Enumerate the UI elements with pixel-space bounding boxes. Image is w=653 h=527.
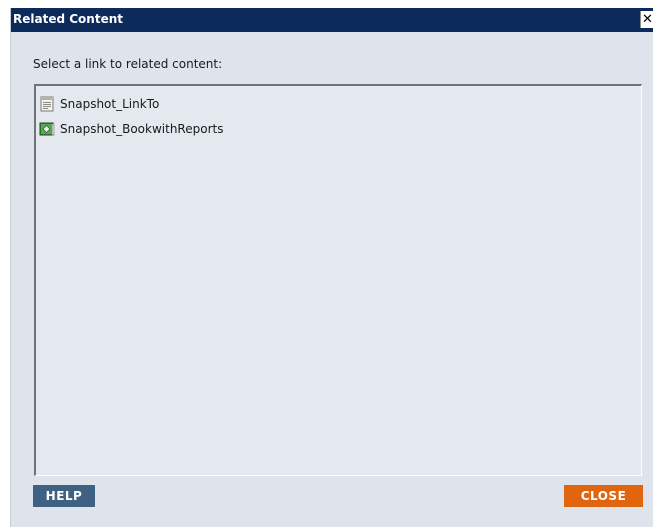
list-item-snapshot-linkto[interactable]: Snapshot_LinkTo <box>39 94 159 114</box>
list-item-label[interactable]: Snapshot_BookwithReports <box>60 122 223 137</box>
list-item-snapshot-bookwithreports[interactable]: Snapshot_BookwithReports <box>39 119 223 139</box>
close-button[interactable]: CLOSE <box>564 485 643 507</box>
related-content-dialog: Related Content ✕ Select a link to relat… <box>10 8 653 527</box>
dialog-title: Related Content <box>13 12 123 26</box>
list-item-label[interactable]: Snapshot_LinkTo <box>60 97 159 112</box>
dialog-prompt: Select a link to related content: <box>33 57 223 71</box>
book-icon <box>39 121 55 137</box>
dialog-title-bar[interactable]: Related Content ✕ <box>11 8 653 32</box>
document-report-icon <box>39 96 55 112</box>
help-button[interactable]: HELP <box>33 485 95 507</box>
close-icon[interactable]: ✕ <box>640 11 653 28</box>
related-content-list: Snapshot_LinkTo Snapshot_BookwithReports <box>34 84 642 476</box>
